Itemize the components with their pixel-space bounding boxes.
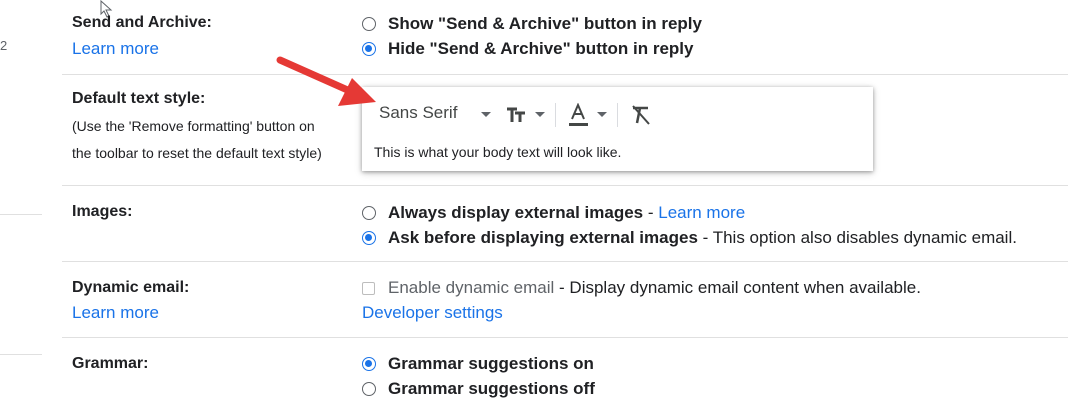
send-archive-label: Send and Archive:: [72, 14, 212, 31]
option-separator: -: [643, 203, 659, 222]
radio-unselected-icon[interactable]: [362, 382, 376, 396]
radio-unselected-icon[interactable]: [362, 17, 376, 31]
option-label: Ask before displaying external images: [388, 228, 698, 247]
checkbox-disabled-icon[interactable]: [362, 281, 375, 295]
dynamic-email-label: Dynamic email:: [72, 279, 190, 296]
default-text-style-editor: Sans Serif This is what your body text w…: [362, 87, 873, 171]
grammar-on-option[interactable]: Grammar suggestions on: [362, 354, 594, 374]
enable-dynamic-email-option[interactable]: Enable dynamic email - Display dynamic e…: [362, 278, 921, 298]
option-label: Grammar suggestions off: [388, 379, 595, 398]
section-divider: [62, 337, 1068, 338]
dynamic-email-learn-more-link[interactable]: Learn more: [72, 303, 159, 323]
images-label: Images:: [72, 203, 133, 220]
toolbar-separator: [617, 103, 618, 127]
section-divider: [62, 185, 1068, 186]
section-divider: [62, 261, 1068, 262]
option-label: Grammar suggestions on: [388, 354, 594, 373]
font-size-chevron-icon[interactable]: [535, 112, 545, 117]
grammar-off-option[interactable]: Grammar suggestions off: [362, 379, 595, 399]
section-divider: [62, 74, 1068, 75]
formatting-toolbar: Sans Serif: [362, 101, 873, 129]
default-text-style-label: Default text style:: [72, 90, 206, 107]
default-text-hint-line-2: the toolbar to reset the default text st…: [72, 145, 322, 161]
developer-settings-link[interactable]: Developer settings: [362, 303, 503, 323]
font-dropdown-chevron-icon[interactable]: [481, 112, 491, 117]
remove-formatting-icon[interactable]: [630, 104, 652, 126]
images-ask-option[interactable]: Ask before displaying external images - …: [362, 228, 1017, 248]
images-learn-more-link[interactable]: Learn more: [658, 203, 745, 223]
send-archive-show-option[interactable]: Show "Send & Archive" button in reply: [362, 14, 702, 34]
radio-selected-icon[interactable]: [362, 231, 376, 245]
send-archive-hide-option[interactable]: Hide "Send & Archive" button in reply: [362, 39, 693, 59]
text-color-icon[interactable]: [568, 103, 590, 127]
option-description: - This option also disables dynamic emai…: [697, 228, 1017, 247]
font-size-icon[interactable]: [505, 104, 527, 126]
option-label: Always display external images: [388, 203, 644, 222]
images-always-option[interactable]: Always display external images - Learn m…: [362, 203, 745, 223]
left-panel-edge: 2: [0, 0, 42, 413]
checkbox-description: - Display dynamic email content when ava…: [554, 278, 921, 297]
body-text-preview: This is what your body text will look li…: [374, 144, 622, 160]
checkbox-label: Enable dynamic email: [388, 278, 555, 297]
default-text-hint-line-1: (Use the 'Remove formatting' button on: [72, 118, 315, 134]
send-archive-learn-more-link[interactable]: Learn more: [72, 39, 159, 59]
radio-unselected-icon[interactable]: [362, 206, 376, 220]
toolbar-separator: [555, 103, 556, 127]
radio-selected-icon[interactable]: [362, 357, 376, 371]
grammar-label: Grammar:: [72, 355, 149, 372]
left-edge-divider: [0, 354, 42, 355]
text-color-chevron-icon[interactable]: [597, 112, 607, 117]
option-label: Hide "Send & Archive" button in reply: [388, 39, 694, 58]
left-edge-number: 2: [0, 38, 8, 53]
left-edge-divider: [0, 214, 42, 215]
font-family-select[interactable]: Sans Serif: [379, 103, 457, 123]
annotation-arrow: [276, 56, 376, 106]
option-label: Show "Send & Archive" button in reply: [388, 14, 702, 33]
